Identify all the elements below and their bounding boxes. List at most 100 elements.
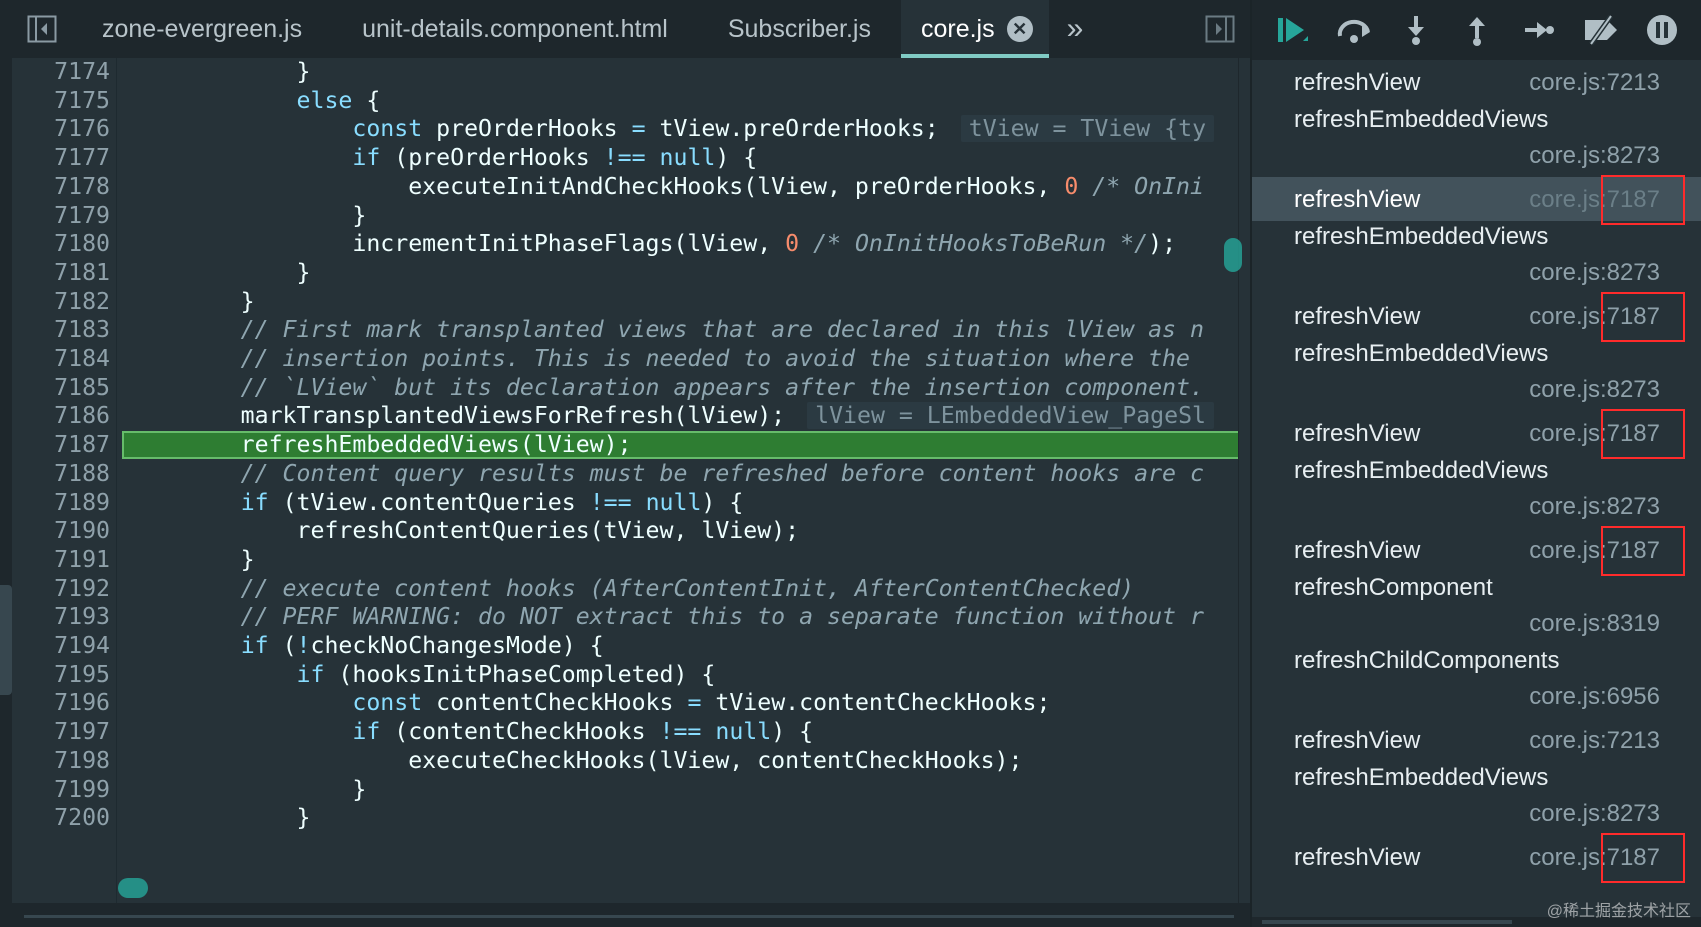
code-line: 7197 if (contentCheckHooks !== null) { xyxy=(12,716,1237,747)
frame-function-name: refreshEmbeddedViews xyxy=(1294,764,1549,791)
call-stack-frame[interactable]: refreshView core.js:7187 xyxy=(1252,526,1701,576)
line-number[interactable]: 7186 xyxy=(12,402,110,429)
line-number[interactable]: 7183 xyxy=(12,316,110,343)
line-number[interactable]: 7180 xyxy=(12,230,110,257)
code-text: incrementInitPhaseFlags(lView, 0 /* OnIn… xyxy=(129,230,1177,258)
frame-function-name: refreshEmbeddedViews xyxy=(1294,223,1549,250)
code-text: } xyxy=(129,545,255,573)
frame-location[interactable]: core.js:8273 xyxy=(1529,493,1660,521)
sidebar-toggle-icon[interactable] xyxy=(12,0,72,58)
tab-unit-details[interactable]: unit-details.component.html xyxy=(332,0,698,58)
call-stack-frame[interactable]: refreshView core.js:7187 xyxy=(1252,409,1701,459)
line-number[interactable]: 7193 xyxy=(12,603,110,630)
step-into-icon[interactable] xyxy=(1395,9,1437,51)
code-line: 7184 // insertion points. This is needed… xyxy=(12,343,1237,374)
code-line: 7195 if (hooksInitPhaseCompleted) { xyxy=(12,659,1237,690)
panel-toggle-icon[interactable] xyxy=(1190,0,1250,58)
line-number[interactable]: 7176 xyxy=(12,115,110,142)
code-text: executeCheckHooks(lView, contentCheckHoo… xyxy=(129,746,1023,774)
call-stack-frame[interactable]: refreshView core.js:7187 xyxy=(1252,292,1701,342)
line-number[interactable]: 7188 xyxy=(12,460,110,487)
call-stack-frame[interactable]: refreshEmbeddedViews core.js:8273 xyxy=(1252,104,1701,177)
frame-function-name: refreshEmbeddedViews xyxy=(1294,340,1549,367)
line-number[interactable]: 7175 xyxy=(12,87,110,114)
call-stack-frame[interactable]: refreshView core.js:7213 xyxy=(1252,60,1701,104)
line-number[interactable]: 7192 xyxy=(12,575,110,602)
code-text: // Content query results must be refresh… xyxy=(129,459,1204,487)
code-line: 7185 // `LView` but its declaration appe… xyxy=(12,372,1237,403)
frame-location[interactable]: core.js:8319 xyxy=(1529,610,1660,638)
line-number[interactable]: 7194 xyxy=(12,632,110,659)
line-number[interactable]: 7184 xyxy=(12,345,110,372)
tab-subscriber[interactable]: Subscriber.js xyxy=(698,0,901,58)
annotation-box xyxy=(1601,409,1685,459)
tab-label: core.js xyxy=(920,14,995,43)
call-stack-frame[interactable]: refreshEmbeddedViews core.js:8273 xyxy=(1252,221,1701,294)
debug-panel: refreshView core.js:7213 refreshEmbeddedVi… xyxy=(1250,0,1701,927)
line-number[interactable]: 7182 xyxy=(12,288,110,315)
activity-strip xyxy=(0,0,12,927)
horizontal-scroll-thumb[interactable] xyxy=(118,878,148,898)
code-text: } xyxy=(129,804,311,832)
call-stack-frame[interactable]: refreshView core.js:7213 xyxy=(1252,718,1701,762)
line-number[interactable]: 7200 xyxy=(12,804,110,831)
vertical-scroll-thumb[interactable] xyxy=(1224,238,1242,272)
code-text: } xyxy=(129,258,311,286)
call-stack-frame[interactable]: refreshChildComponents core.js:6956 xyxy=(1252,645,1701,718)
code-text: } xyxy=(129,58,311,85)
step-out-icon[interactable] xyxy=(1456,9,1498,51)
line-number[interactable]: 7191 xyxy=(12,546,110,573)
deactivate-breakpoints-icon[interactable] xyxy=(1580,9,1622,51)
call-stack-frame[interactable]: refreshComponent core.js:8319 xyxy=(1252,572,1701,645)
close-icon[interactable]: ✕ xyxy=(1006,16,1033,42)
code-line: 7191 } xyxy=(12,544,1237,575)
line-number[interactable]: 7177 xyxy=(12,144,110,171)
line-number[interactable]: 7174 xyxy=(12,58,110,85)
frame-location[interactable]: core.js:8273 xyxy=(1529,800,1660,828)
call-stack-frame[interactable]: refreshView core.js:7187 xyxy=(1252,175,1701,225)
line-number[interactable]: 7181 xyxy=(12,259,110,286)
annotation-box xyxy=(1601,175,1685,225)
line-number[interactable]: 7197 xyxy=(12,718,110,745)
resume-icon[interactable] xyxy=(1272,9,1314,51)
line-number[interactable]: 7178 xyxy=(12,173,110,200)
horizontal-scrollbar[interactable] xyxy=(12,903,1250,927)
line-number[interactable]: 7179 xyxy=(12,202,110,229)
frame-location[interactable]: core.js:8273 xyxy=(1529,142,1660,170)
watermark: @稀土掘金技术社区 xyxy=(1546,903,1691,920)
line-number[interactable]: 7196 xyxy=(12,689,110,716)
line-number[interactable]: 7189 xyxy=(12,489,110,516)
frame-location[interactable]: core.js:7213 xyxy=(1529,727,1660,755)
call-stack-frame[interactable]: refreshView core.js:7187 xyxy=(1252,833,1701,883)
frame-function-name: refreshEmbeddedViews xyxy=(1294,457,1549,484)
call-stack-frame[interactable]: refreshEmbeddedViews core.js:8273 xyxy=(1252,455,1701,528)
frame-location[interactable]: core.js:8273 xyxy=(1529,376,1660,404)
line-number[interactable]: 7187 xyxy=(12,431,110,458)
line-number[interactable]: 7190 xyxy=(12,517,110,544)
line-number[interactable]: 7185 xyxy=(12,374,110,401)
line-number[interactable]: 7198 xyxy=(12,747,110,774)
frame-location[interactable]: core.js:8273 xyxy=(1529,259,1660,287)
code-line: 7177 if (preOrderHooks !== null) { xyxy=(12,142,1237,173)
line-number[interactable]: 7195 xyxy=(12,661,110,688)
call-stack-frame[interactable]: refreshEmbeddedViews core.js:8273 xyxy=(1252,338,1701,411)
frame-location[interactable]: core.js:7213 xyxy=(1529,69,1660,97)
step-icon[interactable] xyxy=(1518,9,1560,51)
step-over-icon[interactable] xyxy=(1333,9,1375,51)
code-text: if (preOrderHooks !== null) { xyxy=(352,144,758,172)
tab-label: Subscriber.js xyxy=(727,14,871,43)
line-number[interactable]: 7199 xyxy=(12,776,110,803)
frame-function-name: refreshView xyxy=(1294,537,1421,564)
code-text: // insertion points. This is needed to a… xyxy=(129,345,1190,372)
code-view[interactable]: 7174 } 7175 else {7176 const preOrderHook… xyxy=(12,58,1250,903)
code-line: 7188 // Content query results must be re… xyxy=(12,458,1237,489)
pause-icon[interactable] xyxy=(1641,9,1683,51)
code-text: // PERF WARNING: do NOT extract this to … xyxy=(129,603,1204,631)
activity-marker xyxy=(0,585,12,695)
tab-zone-evergreen[interactable]: zone-evergreen.js xyxy=(72,0,332,58)
frame-location[interactable]: core.js:6956 xyxy=(1529,683,1660,711)
tab-overflow-icon[interactable]: » xyxy=(1049,0,1102,58)
tab-core-js[interactable]: core.js ✕ xyxy=(900,0,1049,58)
call-stack-frame[interactable]: refreshEmbeddedViews core.js:8273 xyxy=(1252,762,1701,835)
code-text: if (!checkNoChangesMode) { xyxy=(240,632,604,659)
